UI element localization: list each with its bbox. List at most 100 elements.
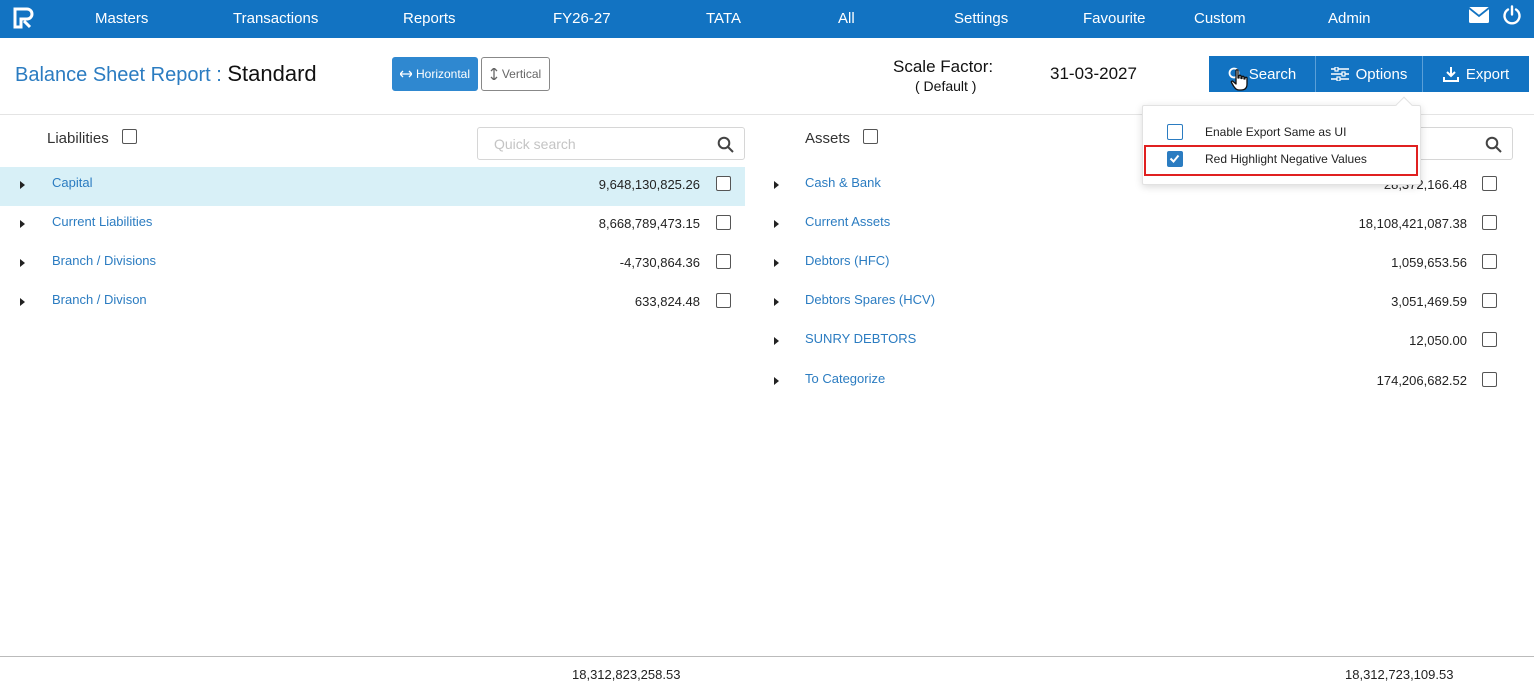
vertical-view-label: Vertical — [501, 67, 542, 81]
expand-caret-icon[interactable] — [20, 181, 25, 189]
nav-reports[interactable]: Reports — [403, 10, 456, 27]
scale-factor-value[interactable]: ( Default ) — [915, 78, 976, 94]
liability-name[interactable]: Capital — [52, 175, 92, 190]
liability-row-checkbox[interactable] — [716, 254, 731, 269]
liabilities-total: 18,312,823,258.53 — [572, 667, 681, 682]
option-enable-export-same-as-ui[interactable]: Enable Export Same as UI — [1143, 120, 1422, 146]
liability-row-checkbox[interactable] — [716, 215, 731, 230]
asset-row-checkbox[interactable] — [1482, 254, 1497, 269]
expand-caret-icon[interactable] — [774, 337, 779, 345]
search-icon[interactable] — [717, 136, 734, 153]
liability-row-branch-divison[interactable]: Branch / Divison 633,824.48 — [0, 284, 745, 323]
vertical-view-button[interactable]: Vertical — [481, 57, 550, 91]
liability-row-capital[interactable]: Capital 9,648,130,825.26 — [0, 167, 745, 206]
horizontal-view-button[interactable]: Horizontal — [392, 57, 478, 91]
asset-name[interactable]: SUNRY DEBTORS — [805, 331, 916, 346]
expand-caret-icon[interactable] — [774, 259, 779, 267]
nav-company[interactable]: TATA — [706, 10, 741, 27]
annotation-highlight-box — [1144, 145, 1418, 176]
assets-heading: Assets — [805, 130, 851, 147]
options-button-label: Options — [1355, 65, 1408, 83]
liabilities-select-all-checkbox[interactable] — [122, 129, 137, 144]
expand-caret-icon[interactable] — [20, 298, 25, 306]
expand-caret-icon[interactable] — [774, 220, 779, 228]
asset-row-checkbox[interactable] — [1482, 293, 1497, 308]
app-logo-icon[interactable] — [12, 7, 34, 29]
asset-row-debtors-spares-hcv[interactable]: Debtors Spares (HCV) 3,051,469.59 — [754, 284, 1514, 323]
assets-select-all-checkbox[interactable] — [863, 129, 878, 144]
nav-fiscal-year[interactable]: FY26-27 — [553, 10, 611, 27]
page-title-prefix: Balance Sheet Report : — [15, 64, 222, 86]
nav-custom[interactable]: Custom — [1194, 10, 1246, 27]
nav-transactions[interactable]: Transactions — [233, 10, 318, 27]
export-button[interactable]: Export — [1423, 56, 1529, 92]
liability-amount: -4,730,864.36 — [619, 255, 700, 270]
asset-name[interactable]: Debtors Spares (HCV) — [805, 292, 935, 307]
liabilities-quick-search — [477, 127, 745, 160]
horizontal-arrows-icon — [399, 70, 412, 78]
nav-all[interactable]: All — [838, 10, 855, 27]
asset-row-debtors-hfc[interactable]: Debtors (HFC) 1,059,653.56 — [754, 245, 1514, 284]
dropdown-pointer — [1395, 96, 1413, 114]
asset-amount: 18,108,421,087.38 — [1358, 216, 1467, 231]
option-label: Enable Export Same as UI — [1205, 125, 1347, 139]
asset-name[interactable]: Current Assets — [805, 214, 890, 229]
liability-name[interactable]: Branch / Divison — [52, 292, 147, 307]
power-icon[interactable] — [1502, 5, 1522, 25]
asset-name[interactable]: Cash & Bank — [805, 175, 881, 190]
nav-settings[interactable]: Settings — [954, 10, 1008, 27]
nav-admin[interactable]: Admin — [1328, 10, 1371, 27]
asset-amount: 1,059,653.56 — [1391, 255, 1467, 270]
assets-total: 18,312,723,109.53 — [1345, 667, 1454, 682]
asset-name[interactable]: Debtors (HFC) — [805, 253, 890, 268]
export-button-label: Export — [1465, 65, 1510, 83]
report-action-buttons: Search Options Export — [1209, 56, 1529, 92]
asset-row-current-assets[interactable]: Current Assets 18,108,421,087.38 — [754, 206, 1514, 245]
expand-caret-icon[interactable] — [774, 181, 779, 189]
liabilities-heading: Liabilities — [47, 130, 109, 147]
liabilities-quick-search-input[interactable] — [478, 128, 744, 159]
totals-divider — [0, 656, 1534, 657]
scale-factor-label: Scale Factor: — [893, 57, 994, 76]
asset-row-checkbox[interactable] — [1482, 332, 1497, 347]
liability-amount: 633,824.48 — [634, 294, 700, 309]
search-button-label: Search — [1248, 65, 1297, 83]
asset-row-sunry-debtors[interactable]: SUNRY DEBTORS 12,050.00 — [754, 323, 1514, 362]
mail-icon[interactable] — [1468, 6, 1490, 24]
report-date[interactable]: 31-03-2027 — [1050, 64, 1137, 84]
vertical-arrows-icon — [490, 68, 498, 80]
asset-row-to-categorize[interactable]: To Categorize 174,206,682.52 — [754, 363, 1514, 402]
page-title-report-name: Standard — [227, 61, 317, 86]
top-nav-bar: Masters Transactions Reports FY26-27 TAT… — [0, 0, 1534, 38]
liability-name[interactable]: Current Liabilities — [52, 214, 152, 229]
asset-amount: 174,206,682.52 — [1376, 373, 1467, 388]
hand-cursor-icon — [1230, 69, 1248, 91]
search-button[interactable]: Search — [1209, 56, 1316, 92]
nav-favourite[interactable]: Favourite — [1083, 10, 1146, 27]
liability-amount: 9,648,130,825.26 — [598, 177, 700, 192]
liability-name[interactable]: Branch / Divisions — [52, 253, 156, 268]
asset-amount: 3,051,469.59 — [1391, 294, 1467, 309]
liability-row-current-liabilities[interactable]: Current Liabilities 8,668,789,473.15 — [0, 206, 745, 245]
horizontal-view-label: Horizontal — [415, 67, 471, 81]
liability-row-checkbox[interactable] — [716, 293, 731, 308]
download-icon — [1442, 67, 1459, 82]
option-checkbox[interactable] — [1167, 124, 1183, 140]
sliders-icon — [1330, 67, 1349, 81]
liability-row-checkbox[interactable] — [716, 176, 731, 191]
expand-caret-icon[interactable] — [774, 298, 779, 306]
nav-masters[interactable]: Masters — [95, 10, 148, 27]
asset-row-checkbox[interactable] — [1482, 176, 1497, 191]
asset-name[interactable]: To Categorize — [805, 371, 885, 386]
asset-row-checkbox[interactable] — [1482, 372, 1497, 387]
liability-row-branch-divisions[interactable]: Branch / Divisions -4,730,864.36 — [0, 245, 745, 284]
expand-caret-icon[interactable] — [20, 259, 25, 267]
search-icon[interactable] — [1485, 136, 1502, 153]
expand-caret-icon[interactable] — [774, 377, 779, 385]
liability-amount: 8,668,789,473.15 — [598, 216, 700, 231]
options-button[interactable]: Options — [1316, 56, 1423, 92]
expand-caret-icon[interactable] — [20, 220, 25, 228]
asset-row-checkbox[interactable] — [1482, 215, 1497, 230]
asset-amount: 12,050.00 — [1409, 333, 1467, 348]
page-title: Balance Sheet Report : Standard — [15, 61, 317, 87]
